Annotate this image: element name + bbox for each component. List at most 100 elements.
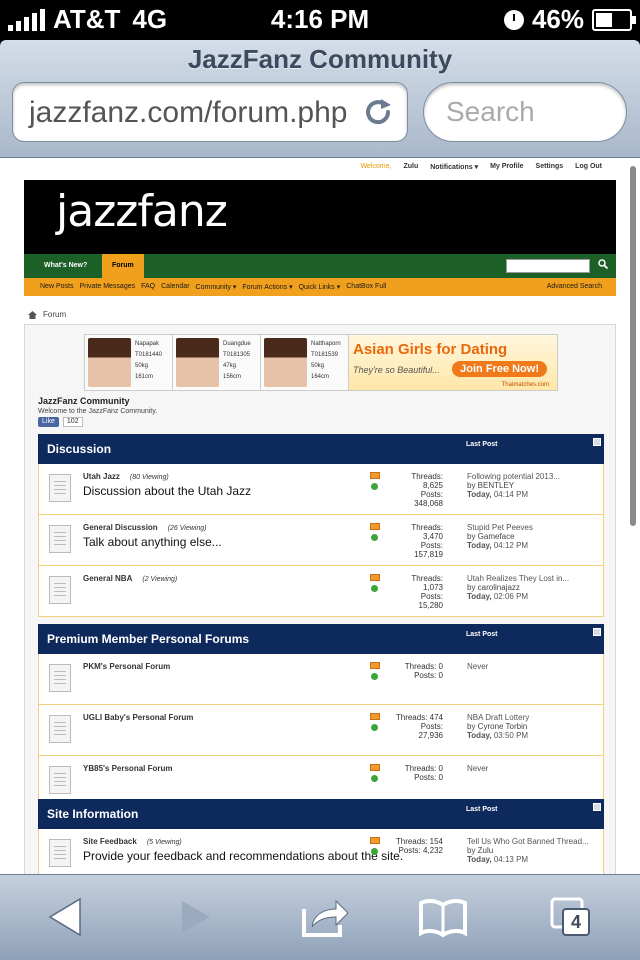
subnav-item[interactable]: ChatBox Full (346, 283, 386, 291)
forum-name[interactable]: UGLI Baby's Personal Forum (83, 713, 203, 722)
forum-title[interactable]: General Discussion (83, 523, 158, 532)
forum-name[interactable]: Site Feedback (5 Viewing) (83, 837, 182, 846)
ad-profile-card[interactable]: Napapak T0181440 50kg 161cm (85, 335, 173, 390)
section-title[interactable]: Discussion (47, 442, 111, 456)
tab-whats-new[interactable]: What's New? (34, 254, 97, 278)
profile-details: Natthaporn T0181539 50kg 164cm (311, 341, 341, 380)
community-subtitle: Welcome to the JazzFanz Community. (38, 408, 158, 415)
collapse-icon[interactable] (593, 438, 601, 446)
bookmarks-icon[interactable] (418, 895, 468, 939)
username-link[interactable]: Zulu (403, 163, 418, 171)
ad-banner[interactable]: Napapak T0181440 50kg 161cm Duangdue T01813… (84, 334, 558, 391)
forum-name[interactable]: Utah Jazz (80 Viewing) (83, 472, 169, 481)
rss-feed-icon[interactable] (370, 574, 380, 581)
last-post-title[interactable]: NBA Draft Lottery (467, 713, 529, 722)
advanced-search-link[interactable]: Advanced Search (547, 283, 602, 290)
forum-row[interactable]: PKM's Personal Forum Threads: 0 Posts: 0 Ne… (38, 654, 604, 705)
subnav-item[interactable]: Calendar (161, 283, 189, 291)
profile-photo (176, 338, 219, 387)
status-online-icon (371, 673, 378, 680)
web-page[interactable]: Welcome, Zulu Notifications ▾ My Profile… (0, 158, 640, 874)
last-post-user[interactable]: by carolinajazz (467, 583, 569, 592)
forum-row[interactable]: Site Feedback (5 Viewing) Provide your fee… (38, 829, 604, 874)
last-post-title[interactable]: Never (467, 662, 488, 671)
rss-feed-icon[interactable] (370, 713, 380, 720)
ad-promo[interactable]: Asian Girls for Dating They're so Beauti… (349, 335, 557, 390)
forum-title[interactable]: Site Feedback (83, 837, 137, 846)
back-arrow-icon[interactable] (42, 895, 92, 939)
safari-toolbar (0, 874, 640, 960)
like-count: 102 (62, 417, 83, 427)
notifications-link[interactable]: Notifications ▾ (430, 163, 478, 171)
tab-count-badge[interactable]: 4 (562, 908, 590, 936)
forum-document-icon (49, 839, 71, 867)
last-post-title[interactable]: Following potential 2013... (467, 472, 560, 481)
collapse-icon[interactable] (593, 803, 601, 811)
search-icon[interactable] (598, 259, 608, 269)
forum-name[interactable]: General Discussion (26 Viewing) (83, 523, 206, 532)
subnav-item[interactable]: New Posts (40, 283, 73, 291)
subnav-item[interactable]: Private Messages (79, 283, 135, 291)
alarm-clock-icon (503, 9, 524, 30)
facebook-like[interactable]: Like 102 (38, 417, 83, 427)
viewing-count: (5 Viewing) (146, 839, 182, 846)
tab-forum[interactable]: Forum (102, 254, 144, 278)
posts-label: Posts: 4,232 (398, 846, 443, 855)
section-title[interactable]: Site Information (47, 807, 138, 821)
subnav-item[interactable]: Quick Links ▾ (299, 283, 341, 291)
last-post-date: Today, 04:14 PM (467, 490, 560, 499)
collapse-icon[interactable] (593, 628, 601, 636)
rss-feed-icon[interactable] (370, 523, 380, 530)
subnav-item[interactable]: Forum Actions ▾ (242, 283, 292, 291)
last-post-user[interactable]: by BENTLEY (467, 481, 560, 490)
scrollbar[interactable] (630, 166, 636, 526)
posts-label: Posts: (420, 490, 443, 499)
logout-link[interactable]: Log Out (575, 163, 602, 171)
forum-stats: Threads: 3,470 Posts: 157,819 (383, 523, 443, 559)
forum-name[interactable]: PKM's Personal Forum (83, 662, 180, 671)
profile-photo (264, 338, 307, 387)
threads-label: Threads: 0 (404, 662, 443, 671)
rss-feed-icon[interactable] (370, 662, 380, 669)
forum-row[interactable]: General NBA (2 Viewing) Threads: 1,073 Posts… (38, 566, 604, 617)
settings-link[interactable]: Settings (536, 163, 564, 171)
forum-title[interactable]: UGLI Baby's Personal Forum (83, 713, 193, 722)
last-post-title[interactable]: Stupid Pet Peeves (467, 523, 533, 532)
ad-profile-card[interactable]: Natthaporn T0181539 50kg 164cm (261, 335, 349, 390)
forum-section: Site Information Last Post Site Feedback (5… (38, 799, 604, 874)
search-input[interactable]: Search (423, 82, 627, 142)
last-post-user[interactable]: by Gameface (467, 532, 533, 541)
forum-row[interactable]: General Discussion (26 Viewing) Talk about… (38, 515, 604, 566)
subnav-item[interactable]: Community ▾ (196, 283, 237, 291)
forward-arrow-icon[interactable] (170, 895, 220, 939)
site-search-input[interactable] (506, 259, 590, 273)
last-post-user[interactable]: by Cyrone Torbin (467, 722, 529, 731)
ad-join-button[interactable]: Join Free Now! (452, 361, 547, 377)
rss-feed-icon[interactable] (370, 764, 380, 771)
like-button[interactable]: Like (38, 417, 59, 427)
forum-title[interactable]: PKM's Personal Forum (83, 662, 170, 671)
share-icon[interactable] (300, 895, 350, 939)
forum-row[interactable]: UGLI Baby's Personal Forum Threads: 474 Po… (38, 705, 604, 756)
forum-title[interactable]: Utah Jazz (83, 472, 120, 481)
subnav-item[interactable]: FAQ (141, 283, 155, 291)
last-post-user[interactable]: by Zulu (467, 846, 589, 855)
last-post-title[interactable]: Tell Us Who Got Banned Thread... (467, 837, 589, 846)
forum-title[interactable]: YB85's Personal Forum (83, 764, 173, 773)
breadcrumb-forum[interactable]: Forum (43, 310, 66, 319)
forum-name[interactable]: General NBA (2 Viewing) (83, 574, 177, 583)
forum-name[interactable]: YB85's Personal Forum (83, 764, 183, 773)
last-post-title[interactable]: Never (467, 764, 488, 773)
address-bar[interactable]: jazzfanz.com/forum.php (12, 82, 408, 142)
home-icon[interactable] (28, 310, 37, 319)
forum-title[interactable]: General NBA (83, 574, 132, 583)
site-logo[interactable]: jazzfanz (56, 186, 228, 237)
rss-feed-icon[interactable] (370, 472, 380, 479)
last-post-title[interactable]: Utah Realizes They Lost in... (467, 574, 569, 583)
reload-icon[interactable] (361, 95, 395, 129)
section-title[interactable]: Premium Member Personal Forums (47, 632, 249, 646)
rss-feed-icon[interactable] (370, 837, 380, 844)
ad-profile-card[interactable]: Duangdue T0181305 47kg 156cm (173, 335, 261, 390)
my-profile-link[interactable]: My Profile (490, 163, 523, 171)
forum-row[interactable]: Utah Jazz (80 Viewing) Discussion about th… (38, 464, 604, 515)
